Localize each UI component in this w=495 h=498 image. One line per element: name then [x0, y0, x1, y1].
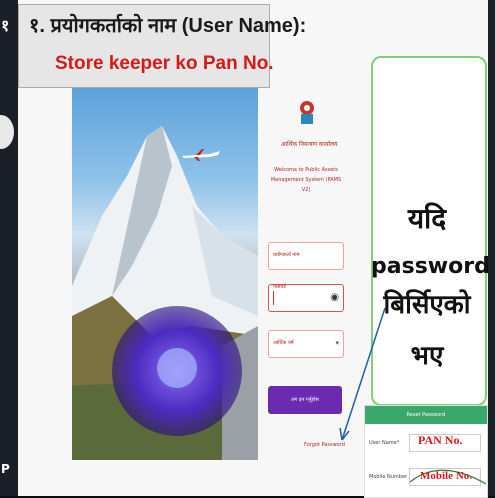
instruction-banner: १. प्रयोगकर्ताको नाम (User Name): Store …: [18, 4, 306, 88]
airplane-icon: [182, 149, 220, 161]
right-dark-strip: [488, 0, 495, 496]
annotation-word-if: यदि: [407, 202, 447, 235]
reset-password-title: Reset Password: [365, 406, 487, 424]
screenshot-frame: १ P १. प्रयोगकर्ताको नाम (User Name): St…: [0, 0, 495, 498]
reset-username-label: User Name*: [369, 440, 400, 446]
welcome-text: Welcome to Public Assets Management Syst…: [270, 167, 342, 193]
banner-subtitle: Store keeper ko Pan No.: [55, 53, 274, 74]
banner-title: १. प्रयोगकर्ताको नाम (User Name):: [29, 15, 307, 37]
fingerprint-core: [157, 348, 197, 388]
username-field[interactable]: प्रयोगकर्ता नाम: [268, 242, 344, 270]
left-letter: P: [1, 462, 10, 476]
mobile-number-note: Mobile No.: [420, 470, 472, 482]
government-emblem-icon: [300, 101, 314, 124]
fiscal-year-label: आर्थिक वर्ष: [273, 340, 294, 346]
pan-number-note: PAN No.: [418, 433, 463, 447]
left-dark-strip: [0, 0, 18, 496]
annotation-word-password: password: [371, 254, 490, 279]
password-label: पासवर्ड: [273, 284, 286, 290]
text-cursor: [273, 291, 274, 305]
left-number: १: [1, 16, 10, 35]
mountain-poster-image: [72, 86, 258, 460]
username-label: प्रयोगकर्ता नाम: [273, 252, 300, 258]
organization-name: आर्थिक नियन्त्रण कार्यालय: [281, 141, 338, 148]
